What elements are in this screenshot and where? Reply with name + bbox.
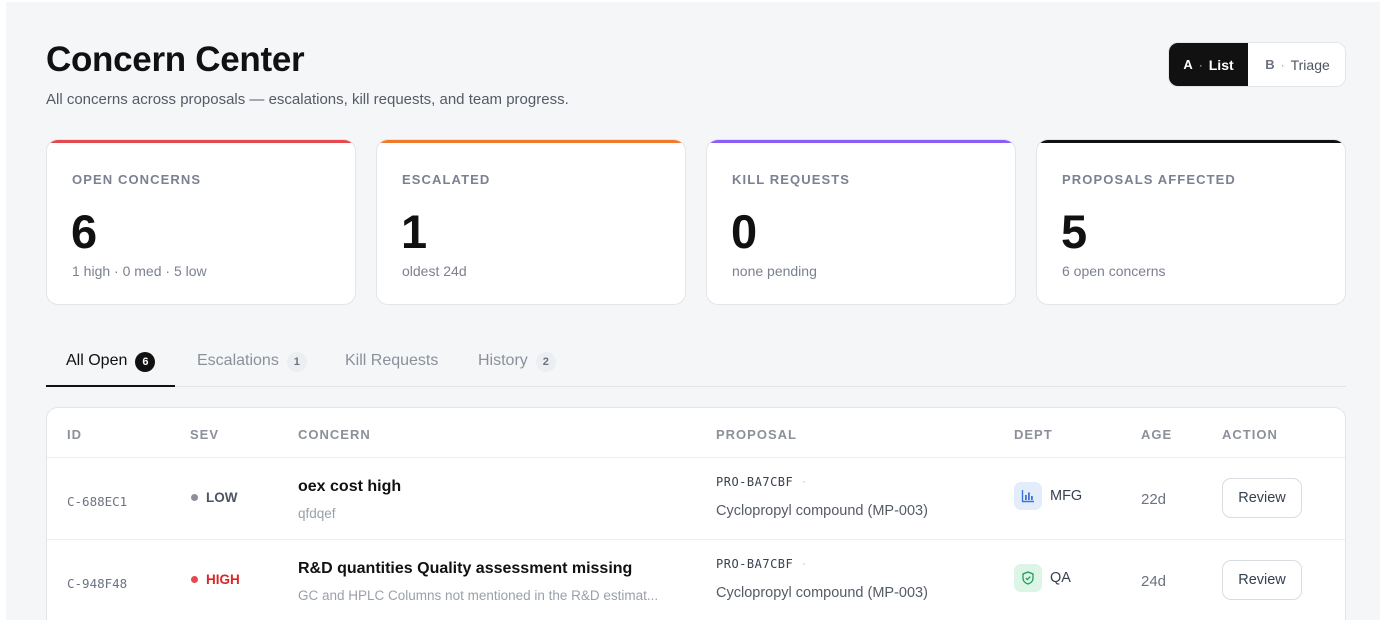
view-toggle: A · List B · Triage (1168, 42, 1346, 87)
stat-card-value: 5 (1061, 205, 1088, 258)
stat-card-subtext: 6 open concerns (1062, 263, 1166, 279)
stat-cards: OPEN CONCERNS 6 1 high · 0 med · 5 low E… (46, 139, 1346, 305)
stat-card-label: PROPOSALS AFFECTED (1062, 172, 1236, 187)
tab-label: Kill Requests (345, 352, 439, 369)
department-label: QA (1050, 570, 1071, 586)
stat-card-proposals-affected: PROPOSALS AFFECTED 5 6 open concerns (1036, 139, 1346, 305)
concern-tabs: All Open 6 Escalations 1 Kill Requests H… (46, 338, 1346, 387)
view-list-label: List (1208, 56, 1234, 73)
proposal-separator: · (802, 556, 806, 570)
review-button[interactable]: Review (1222, 560, 1302, 600)
concern-id: C-948F48 (67, 576, 128, 591)
department: MFG (1014, 482, 1082, 510)
stat-card-escalated: ESCALATED 1 oldest 24d (376, 139, 686, 305)
column-header-concern: CONCERN (298, 427, 371, 442)
table-row[interactable]: C-688EC1 LOW oex cost high qfdqef PRO-BA… (47, 457, 1345, 539)
stat-card-subtext: none pending (732, 263, 817, 279)
proposal-id[interactable]: PRO-BA7CBF (716, 475, 793, 489)
stat-card-value: 1 (401, 205, 428, 258)
stat-card-subtext: 1 high · 0 med · 5 low (72, 263, 207, 279)
tab-all-open[interactable]: All Open 6 (46, 338, 176, 387)
proposal-name: Cyclopropyl compound (MP-003) (716, 585, 928, 601)
column-header-proposal: PROPOSAL (716, 427, 797, 442)
stat-card-accent-bar (1037, 140, 1345, 143)
concern-age: 24d (1141, 573, 1167, 590)
stat-card-label: KILL REQUESTS (732, 172, 851, 187)
department-label: MFG (1050, 488, 1083, 504)
view-list-separator: · (1198, 57, 1203, 72)
concern-age: 22d (1141, 491, 1167, 508)
proposal-separator: · (802, 474, 806, 488)
view-triage-separator: · (1280, 57, 1285, 72)
tab-label: All Open (66, 352, 128, 369)
view-triage-button[interactable]: B · Triage (1248, 43, 1345, 86)
shield-check-icon (1014, 564, 1042, 592)
column-header-dept: DEPT (1014, 427, 1053, 442)
department: QA (1014, 564, 1071, 592)
page-title: Concern Center (46, 40, 305, 79)
severity-dot-icon (191, 576, 198, 583)
column-header-sev: SEV (190, 427, 220, 442)
stat-card-kill-requests: KILL REQUESTS 0 none pending (706, 139, 1016, 305)
tab-count-badge: 1 (286, 352, 307, 372)
view-triage-label: Triage (1290, 56, 1330, 73)
proposal-name: Cyclopropyl compound (MP-003) (716, 503, 928, 519)
concern-center-page: Concern Center All concerns across propo… (6, 2, 1380, 620)
proposal-id[interactable]: PRO-BA7CBF (716, 557, 793, 571)
stat-card-open-concerns: OPEN CONCERNS 6 1 high · 0 med · 5 low (46, 139, 356, 305)
tab-label: Escalations (197, 352, 279, 369)
tab-kill-requests[interactable]: Kill Requests (345, 338, 438, 387)
view-triage-key: B (1265, 57, 1275, 72)
review-button[interactable]: Review (1222, 478, 1302, 518)
column-header-age: AGE (1141, 427, 1173, 442)
severity-label: LOW (206, 490, 238, 505)
table-row[interactable]: C-948F48 HIGH R&D quantities Quality ass… (47, 539, 1345, 620)
tab-label: History (478, 352, 528, 369)
concern-description: GC and HPLC Columns not mentioned in the… (298, 588, 659, 603)
column-header-action: ACTION (1222, 427, 1278, 442)
concern-id: C-688EC1 (67, 494, 128, 509)
bar-chart-icon (1014, 482, 1042, 510)
stat-card-accent-bar (707, 140, 1015, 143)
view-list-key: A (1183, 57, 1193, 72)
stat-card-subtext: oldest 24d (402, 263, 467, 279)
severity-dot-icon (191, 494, 198, 501)
concern-description: qfdqef (298, 506, 336, 521)
stat-card-accent-bar (47, 140, 355, 143)
concerns-table: ID SEV CONCERN PROPOSAL DEPT AGE ACTION … (46, 407, 1346, 620)
tab-history[interactable]: History 2 (478, 338, 556, 387)
tab-count-badge: 6 (135, 352, 156, 372)
view-list-button[interactable]: A · List (1169, 43, 1248, 86)
severity-label: HIGH (206, 572, 240, 587)
concern-title[interactable]: oex cost high (298, 478, 401, 496)
column-header-id: ID (67, 427, 82, 442)
stat-card-label: ESCALATED (402, 172, 491, 187)
severity-badge: LOW (191, 490, 238, 505)
stat-card-label: OPEN CONCERNS (72, 172, 202, 187)
page-subtitle: All concerns across proposals — escalati… (46, 91, 569, 108)
stat-card-accent-bar (377, 140, 685, 143)
concern-title[interactable]: R&D quantities Quality assessment missin… (298, 560, 632, 578)
tab-escalations[interactable]: Escalations 1 (197, 338, 307, 387)
tab-count-badge: 2 (535, 352, 556, 372)
severity-badge: HIGH (191, 572, 240, 587)
stat-card-value: 6 (71, 205, 98, 258)
stat-card-value: 0 (731, 205, 758, 258)
